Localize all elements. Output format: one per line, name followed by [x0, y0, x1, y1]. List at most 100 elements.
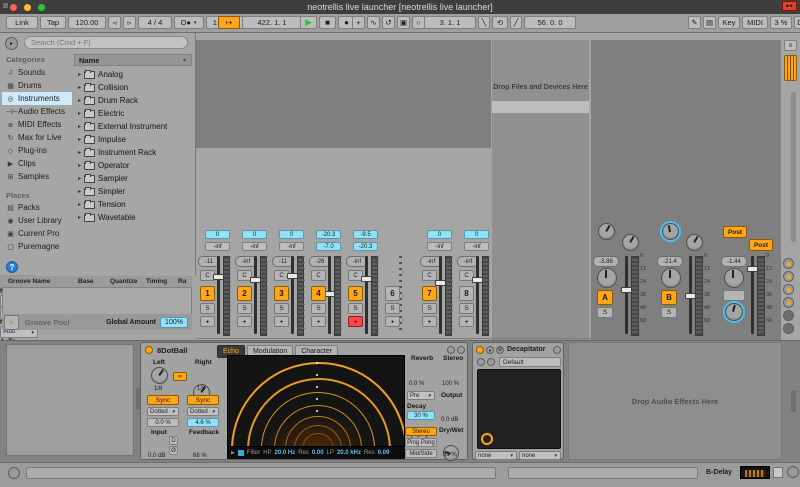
echo-filter-bar[interactable]: ▶ Filter HP20.0 Hz Res0.00 LP20.0 kHz Re…	[227, 447, 405, 459]
browser-item-sampler[interactable]: ▸Sampler	[74, 172, 192, 185]
send-a-field[interactable]: 0	[279, 230, 304, 239]
plugin-unfold-icon[interactable]	[553, 346, 561, 354]
show-mixer-toggle[interactable]	[783, 297, 794, 308]
show-returns-toggle[interactable]	[783, 284, 794, 295]
arm-button[interactable]: ●	[274, 316, 289, 327]
groove-column-3[interactable]: Timing	[146, 278, 167, 285]
show-io-toggle[interactable]	[783, 258, 794, 269]
link-toggle[interactable]: Link	[6, 16, 38, 29]
track-activator-button[interactable]: 1	[200, 286, 215, 301]
hp-res-value[interactable]: 0.00	[312, 450, 324, 456]
place-item-user-library[interactable]: ◉User Library	[2, 214, 72, 227]
echo-right-sync-button[interactable]: Sync	[187, 395, 219, 405]
volume-fader-slot[interactable]	[365, 256, 368, 334]
clip-stop-button[interactable]	[3, 3, 8, 8]
computer-midi-keyboard-toggle[interactable]: ▤	[703, 16, 716, 29]
return-send-b-knob[interactable]	[622, 234, 639, 251]
echo-right-division[interactable]: 1/8	[197, 386, 205, 392]
sidebar-item-drums[interactable]: ▦Drums	[2, 79, 72, 92]
echo-ducking-toggle[interactable]: D	[169, 436, 178, 445]
expand-icon[interactable]: ▸	[78, 123, 81, 130]
session-view-selector[interactable]	[784, 55, 797, 81]
xy-handle[interactable]	[481, 433, 493, 445]
echo-mode-ping-pong[interactable]: Ping Pong	[405, 438, 437, 447]
browser-item-operator[interactable]: ▸Operator	[74, 159, 192, 172]
echo-mode-stereo[interactable]: Stereo	[405, 427, 437, 436]
volume-fader-slot[interactable]	[439, 256, 442, 334]
expand-icon[interactable]: ▸	[78, 71, 81, 78]
arrangement-position-field[interactable]: 422. 1. 1	[242, 16, 302, 29]
session-record-button[interactable]: ▣	[397, 16, 410, 29]
filter-toggle[interactable]	[238, 450, 244, 456]
solo-button[interactable]: S	[348, 303, 363, 314]
volume-fader-slot[interactable]	[217, 256, 220, 334]
return-volume-field[interactable]: -3.86	[593, 256, 619, 267]
browser-item-external-instrument[interactable]: ▸External Instrument	[74, 120, 192, 133]
plugin-activator-led[interactable]	[476, 346, 484, 354]
echo-feedback-value[interactable]: 68 %	[193, 453, 207, 459]
punch-out-toggle[interactable]: ╱	[510, 16, 522, 29]
echo-tunnel-display[interactable]	[227, 355, 405, 447]
post-b-toggle[interactable]: Post	[749, 239, 773, 251]
send-a-field[interactable]: 0	[464, 230, 489, 239]
master-volume-field[interactable]: -1.44	[721, 256, 747, 267]
plugin-fold-icon[interactable]: ▼	[486, 346, 494, 354]
preset-save-icon[interactable]	[487, 358, 495, 366]
expand-icon[interactable]: ▸	[78, 214, 81, 221]
midi-map-button[interactable]: MIDI	[742, 16, 768, 29]
arm-button[interactable]: ●	[200, 316, 215, 327]
save-preset-icon[interactable]	[457, 346, 465, 354]
show-crossfader-toggle[interactable]	[783, 323, 794, 334]
solo-button[interactable]: S	[200, 303, 215, 314]
solo-button[interactable]: S	[422, 303, 437, 314]
place-item-puremagne[interactable]: ▢Puremagne	[2, 240, 72, 253]
groove-column-0[interactable]: Groove Name	[8, 278, 50, 285]
arm-button[interactable]: ●	[237, 316, 252, 327]
expand-icon[interactable]: ▸	[78, 84, 81, 91]
expand-icon[interactable]: ▸	[78, 149, 81, 156]
browser-item-analog[interactable]: ▸Analog	[74, 68, 192, 81]
draw-mode-toggle[interactable]: ✎	[688, 16, 701, 29]
expand-icon[interactable]: ▸	[78, 201, 81, 208]
tap-tempo-button[interactable]: Tap	[40, 16, 66, 29]
sidebar-item-max-for-live[interactable]: ↻Max for Live	[2, 131, 72, 144]
echo-left-sync-button[interactable]: Sync	[147, 395, 179, 405]
plugin-param-right-menu[interactable]: none▼	[519, 451, 561, 460]
preset-prev-icon[interactable]	[477, 358, 485, 366]
groove-pool-tab[interactable]: Groove Pool	[25, 318, 70, 327]
groove-column-1[interactable]: Base	[78, 278, 94, 285]
send-b-field[interactable]: -inf	[279, 242, 304, 251]
send-a-field[interactable]: 0	[427, 230, 452, 239]
drywet-value[interactable]: 51 %	[443, 452, 457, 458]
hp-freq-value[interactable]: 20.0 Hz	[275, 450, 296, 456]
sidebar-item-plug-ins[interactable]: ◇Plug-ins	[2, 144, 72, 157]
return-solo-button[interactable]: S	[597, 307, 613, 318]
nudge-up-button[interactable]: ▹	[123, 16, 136, 29]
output-value[interactable]: 0.0 dB	[441, 417, 458, 423]
return-volume-field[interactable]: -21.4	[657, 256, 683, 267]
loop-toggle[interactable]: ⟲	[492, 16, 508, 29]
time-signature-field[interactable]: 4 / 4	[138, 16, 172, 29]
drop-audio-effects-area[interactable]: Drop Audio Effects Here	[568, 342, 782, 460]
groove-column-2[interactable]: Quantize	[110, 278, 137, 285]
track-activator-button[interactable]: 6	[385, 286, 400, 301]
key-map-button[interactable]: Key	[718, 16, 740, 29]
track-activator-button[interactable]: 8	[459, 286, 474, 301]
post-a-toggle[interactable]: Post	[723, 226, 747, 238]
global-amount-field[interactable]: 100%	[160, 317, 188, 328]
echo-left-mode-menu[interactable]: Dotted▼	[147, 407, 179, 416]
minimize-window-button[interactable]	[24, 4, 31, 11]
reverb-value[interactable]: 0.0 %	[409, 381, 424, 387]
loop-start-field[interactable]: 3. 1. 1	[424, 16, 476, 29]
arm-button[interactable]: ●	[385, 316, 400, 327]
reenable-automation-button[interactable]: ↺	[382, 16, 395, 29]
play-button[interactable]: ▶	[300, 16, 317, 29]
show-sends-toggle[interactable]	[783, 271, 794, 282]
metronome-toggle[interactable]: O●▼	[174, 16, 204, 29]
send-a-field[interactable]: -9.5	[353, 230, 378, 239]
track-activator-button[interactable]: 3	[274, 286, 289, 301]
stop-all-clips-button[interactable]: ▶■	[782, 1, 797, 11]
tempo-field[interactable]: 120.00	[68, 16, 106, 29]
echo-phase-toggle[interactable]: Ø	[169, 446, 178, 455]
automation-arm-toggle[interactable]: ∿	[367, 16, 380, 29]
